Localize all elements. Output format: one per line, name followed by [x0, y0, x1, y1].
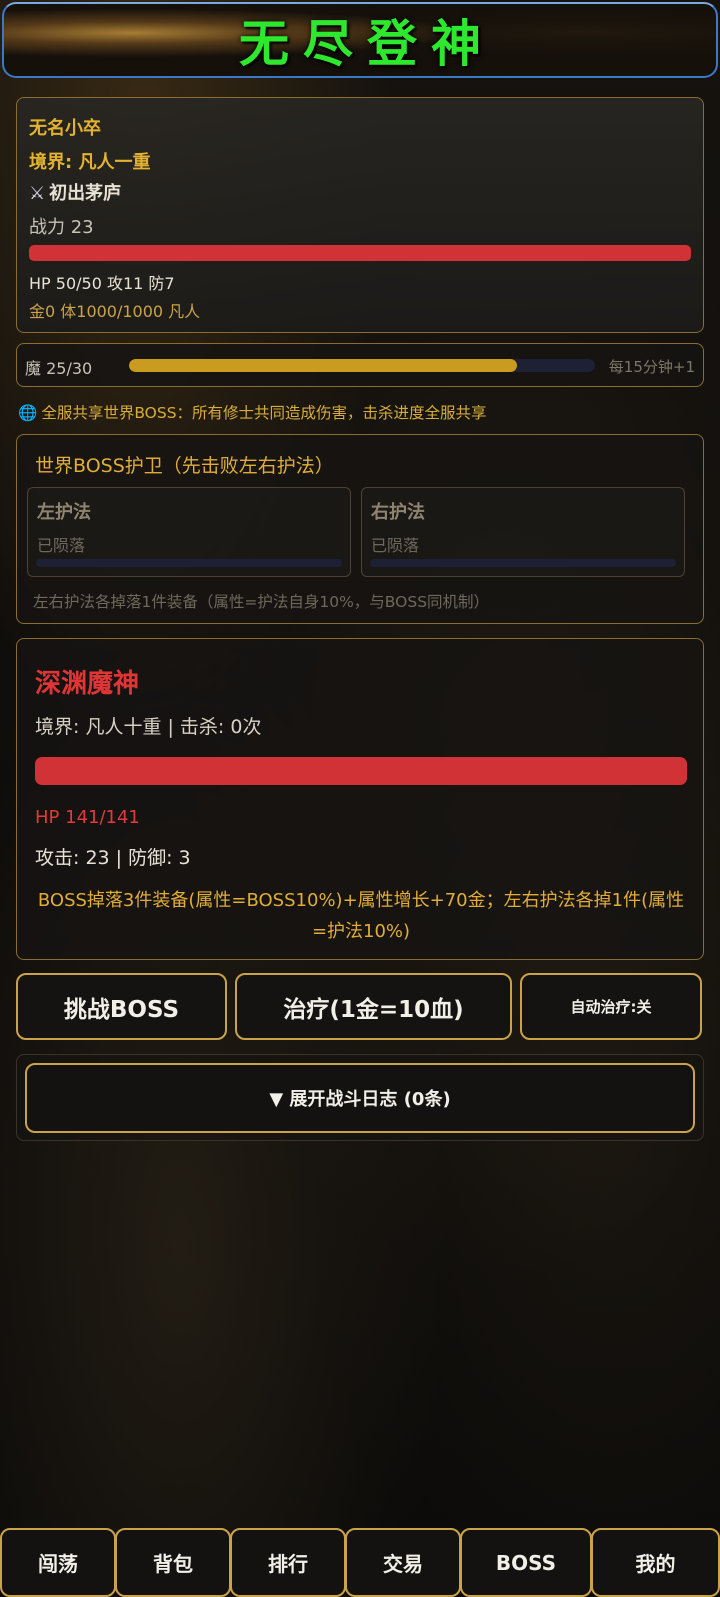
- player-hp-bar: [29, 245, 691, 261]
- boss-drop-info: BOSS掉落3件装备(属性=BOSS10%)+属性增长+70金；左右护法各掉1件…: [37, 890, 685, 942]
- player-realm: 境界: 凡人一重: [29, 152, 151, 173]
- globe-icon: 🌐: [18, 404, 38, 422]
- boss-hp-bar: [35, 757, 687, 785]
- mana-bar-fill: [129, 359, 518, 372]
- bottom-nav: 闯荡 背包 排行 交易 BOSS 我的: [0, 1528, 720, 1597]
- mana-row: 魔 25/30 每15分钟+1: [16, 343, 704, 387]
- player-stats: HP 50/50 攻11 防7: [29, 274, 175, 293]
- boss-atk-def: 攻击: 23 | 防御: 3: [35, 847, 191, 869]
- mana-label: 魔 25/30: [25, 359, 93, 378]
- boss-realm: 境界: 凡人十重 | 击杀: 0次: [35, 716, 262, 738]
- notice-text: 全服共享世界BOSS：所有修士共同造成伤害，击杀进度全服共享: [41, 404, 487, 422]
- challenge-boss-button[interactable]: 挑战BOSS: [16, 973, 227, 1040]
- player-name: 无名小卒: [29, 118, 101, 139]
- boss-card: 深渊魔神 境界: 凡人十重 | 击杀: 0次 HP 141/141 攻击: 23…: [16, 638, 704, 960]
- left-guard-card[interactable]: 左护法 已陨落: [27, 487, 351, 577]
- world-boss-notice: 🌐 全服共享世界BOSS：所有修士共同造成伤害，击杀进度全服共享: [18, 401, 487, 423]
- heal-button[interactable]: 治疗(1金=10血): [235, 973, 512, 1040]
- left-guard-status: 已陨落: [37, 536, 86, 555]
- battle-log-panel: ▼ 展开战斗日志 (0条): [16, 1054, 704, 1141]
- player-card: 无名小卒 境界: 凡人一重 ⚔ 初出茅庐 战力 23 HP 50/50 攻11 防…: [16, 97, 704, 333]
- nav-item-mine[interactable]: 我的: [591, 1528, 720, 1597]
- nav-item-trade[interactable]: 交易: [345, 1528, 461, 1597]
- player-power: 战力 23: [29, 217, 94, 238]
- left-guard-name: 左护法: [37, 502, 91, 523]
- player-extra: 金0 体1000/1000 凡人: [29, 302, 201, 321]
- nav-item-explore[interactable]: 闯荡: [0, 1528, 116, 1597]
- player-title: ⚔ 初出茅庐: [29, 179, 121, 205]
- nav-item-boss[interactable]: BOSS: [460, 1528, 592, 1597]
- boss-hp-text: HP 141/141: [35, 807, 140, 828]
- nav-item-rank[interactable]: 排行: [230, 1528, 346, 1597]
- nav-item-bag[interactable]: 背包: [115, 1528, 231, 1597]
- mana-regen: 每15分钟+1: [608, 358, 695, 376]
- app-header: 无尽登神: [2, 2, 718, 78]
- right-guard-status: 已陨落: [371, 536, 420, 555]
- guards-title: 世界BOSS护卫（先击败左右护法）: [35, 455, 334, 477]
- player-title-text: 初出茅庐: [49, 183, 122, 204]
- boss-name: 深渊魔神: [35, 669, 140, 699]
- crossed-swords-icon: ⚔: [29, 183, 46, 204]
- mana-bar: [129, 359, 595, 372]
- expand-battle-log-button[interactable]: ▼ 展开战斗日志 (0条): [25, 1063, 695, 1133]
- boss-guards-panel: 世界BOSS护卫（先击败左右护法） 左护法 已陨落 右护法 已陨落 左右护法各掉…: [16, 434, 704, 624]
- guards-note: 左右护法各掉落1件装备（属性=护法自身10%，与BOSS同机制）: [33, 593, 490, 611]
- auto-heal-toggle[interactable]: 自动治疗:关: [520, 973, 702, 1040]
- app-title: 无尽登神: [239, 15, 495, 73]
- right-guard-name: 右护法: [371, 502, 425, 523]
- right-guard-hp-bar: [370, 559, 676, 567]
- right-guard-card[interactable]: 右护法 已陨落: [361, 487, 685, 577]
- left-guard-hp-bar: [36, 559, 342, 567]
